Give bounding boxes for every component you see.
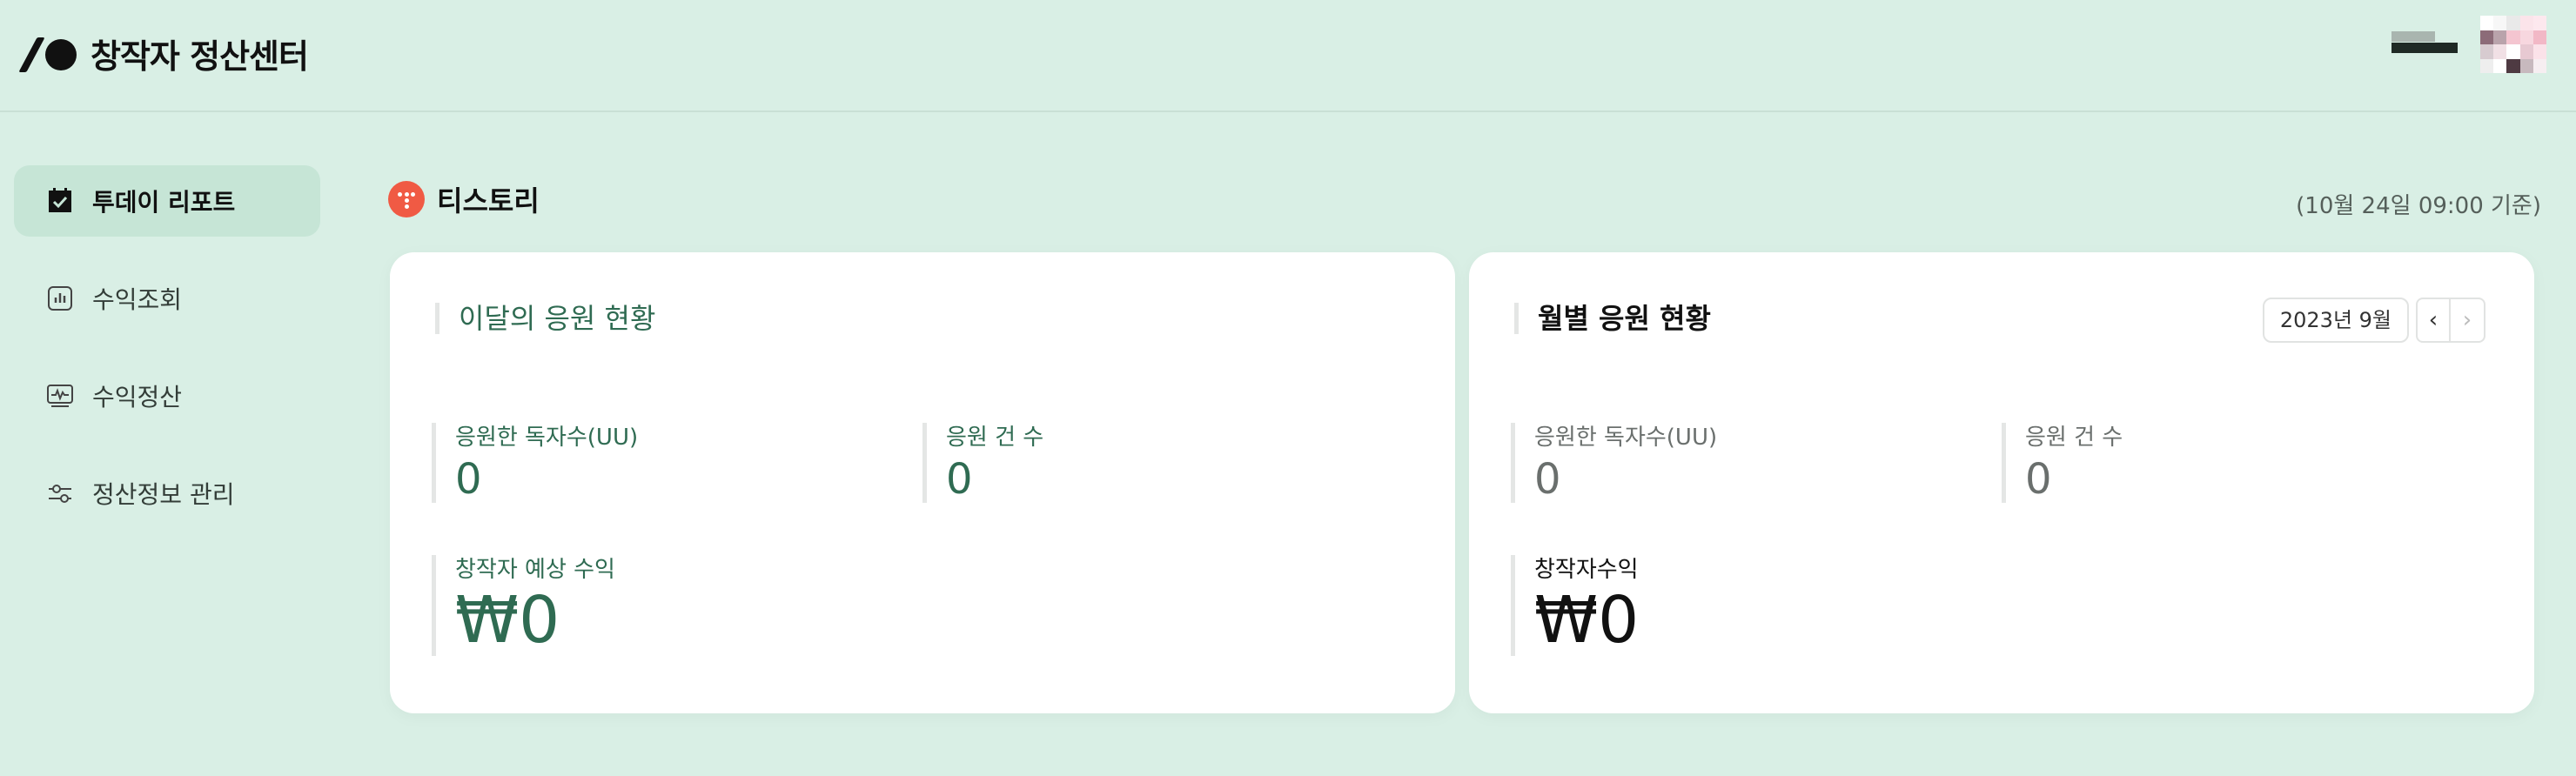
avatar-pixel (2519, 30, 2533, 44)
top-header: 창작자 정산센터 (0, 0, 2576, 112)
month-selector: 2023년 9월 ‹ › (2262, 298, 2485, 343)
stat-label: 창작자수익 (1534, 557, 1639, 583)
sidebar-item-revenue-settlement[interactable]: 수익정산 (14, 360, 320, 431)
avatar-pixel (2493, 30, 2507, 44)
chevron-left-icon[interactable]: ‹ (2416, 298, 2451, 343)
stat-creator-revenue: 창작자수익 ₩0 (1511, 555, 1639, 656)
avatar[interactable] (2480, 16, 2546, 73)
section-title: 티스토리 (437, 184, 540, 217)
avatar-pixel (2506, 16, 2520, 30)
avatar-pixel (2493, 44, 2507, 59)
stat-value: 0 (455, 455, 482, 504)
stat-label: 창작자 예상 수익 (455, 557, 615, 583)
avatar-pixel (2480, 58, 2494, 73)
monitor-pulse-icon (45, 381, 75, 411)
avatar-pixel (2519, 44, 2533, 59)
avatar-pixel (2532, 16, 2546, 30)
calendar-check-icon (45, 186, 75, 216)
stat-value: ₩0 (1534, 583, 1640, 658)
bar-chart-icon (45, 284, 75, 313)
stat-count: 응원 건 수 0 (922, 423, 1043, 503)
stat-value: 0 (1534, 455, 1561, 504)
stat-readers: 응원한 독자수(UU) 0 (1511, 423, 1717, 503)
sidebar-item-revenue-lookup[interactable]: 수익조회 (14, 263, 320, 334)
avatar-pixel (2506, 58, 2520, 73)
stat-label: 응원 건 수 (2025, 425, 2123, 451)
sidebar-item-settlement-info[interactable]: 정산정보 관리 (14, 458, 320, 529)
avatar-pixel (2493, 58, 2507, 73)
stat-readers: 응원한 독자수(UU) 0 (432, 423, 638, 503)
section-header: 티스토리 (388, 179, 540, 219)
sliders-icon (45, 478, 75, 508)
tistory-icon (388, 181, 425, 217)
avatar-pixel (2519, 58, 2533, 73)
stat-value: 0 (2025, 455, 2052, 504)
stat-label: 응원 건 수 (946, 425, 1044, 451)
card-title: 이달의 응원 현황 (435, 303, 655, 334)
stat-count: 응원 건 수 0 (2002, 423, 2123, 503)
sidebar-item-label: 투데이 리포트 (92, 188, 236, 217)
stat-value: 0 (946, 455, 973, 504)
slash-dot-logo-icon (18, 35, 78, 73)
card-title: 월별 응원 현황 (1514, 303, 1711, 334)
stat-expected-revenue: 창작자 예상 수익 ₩0 (432, 555, 615, 656)
sidebar-item-label: 수익정산 (92, 383, 183, 411)
avatar-pixel (2480, 16, 2494, 30)
chevron-right-icon[interactable]: › (2451, 298, 2485, 343)
avatar-pixel (2519, 16, 2533, 30)
data-timestamp: (10월 24일 09:00 기준) (2296, 193, 2541, 219)
sidebar-item-label: 수익조회 (92, 285, 183, 314)
sidebar-item-today-report[interactable]: 투데이 리포트 (14, 165, 320, 237)
avatar-pixel (2506, 30, 2520, 44)
card-this-month: 이달의 응원 현황 응원한 독자수(UU) 0 응원 건 수 0 창작자 예상 … (390, 252, 1455, 713)
avatar-pixel (2532, 58, 2546, 73)
app-title: 창작자 정산센터 (91, 37, 309, 76)
month-select[interactable]: 2023년 9월 (2262, 298, 2409, 343)
sidebar: 투데이 리포트 수익조회 수익정산 정산정보 관리 (14, 165, 320, 555)
logo[interactable]: 창작자 정산센터 (18, 30, 309, 77)
stat-value: ₩0 (455, 583, 560, 658)
avatar-pixel (2480, 30, 2494, 44)
stat-label: 응원한 독자수(UU) (1534, 425, 1718, 451)
avatar-pixel (2493, 16, 2507, 30)
username-redacted[interactable] (2392, 31, 2458, 57)
user-area[interactable] (2392, 16, 2546, 73)
avatar-pixel (2532, 30, 2546, 44)
avatar-pixel (2506, 44, 2520, 59)
avatar-pixel (2532, 44, 2546, 59)
stat-label: 응원한 독자수(UU) (455, 425, 639, 451)
avatar-pixel (2480, 44, 2494, 59)
sidebar-item-label: 정산정보 관리 (92, 480, 235, 509)
card-monthly: 월별 응원 현황 2023년 9월 ‹ › 응원한 독자수(UU) 0 응원 건… (1469, 252, 2534, 713)
